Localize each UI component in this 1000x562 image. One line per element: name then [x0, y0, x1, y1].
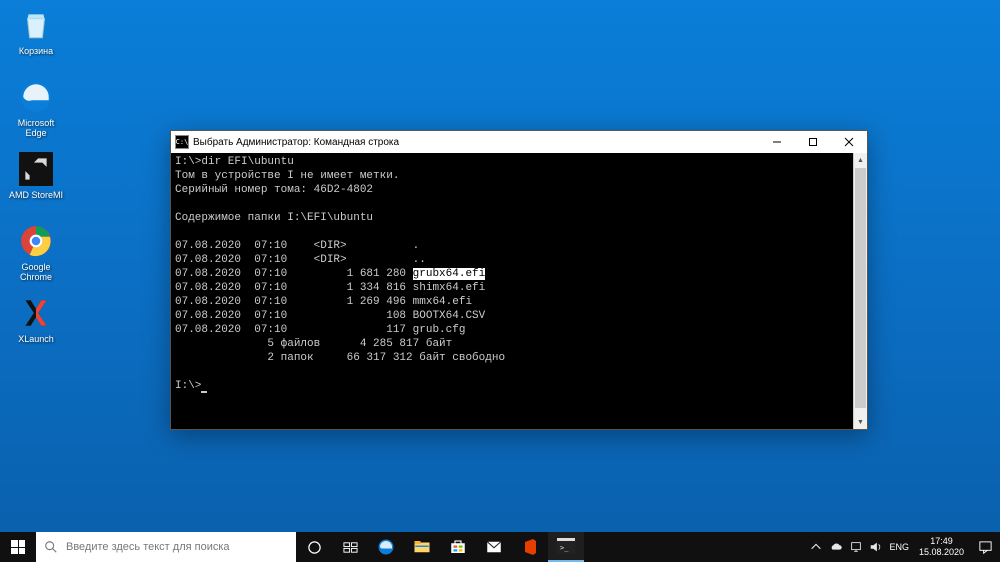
- action-center-button[interactable]: [970, 532, 1000, 562]
- terminal-line: 2 папок 66 317 312 байт свободно: [175, 351, 863, 365]
- icon-label: XLaunch: [6, 334, 66, 344]
- terminal-line: 07.08.2020 07:10 1 681 280 grubx64.efi: [175, 267, 863, 281]
- scroll-down-arrow[interactable]: ▼: [854, 415, 867, 429]
- titlebar[interactable]: C:\ Выбрать Администратор: Командная стр…: [171, 131, 867, 153]
- cmd-icon: C:\: [175, 135, 189, 149]
- icon-label: Microsoft Edge: [6, 118, 66, 138]
- taskbar: Введите здесь текст для поиска >_ ENG 17…: [0, 532, 1000, 562]
- windows-logo-icon: [11, 540, 25, 554]
- desktop-icon-edge[interactable]: Microsoft Edge: [6, 78, 66, 138]
- chrome-icon: [17, 222, 55, 260]
- scroll-up-arrow[interactable]: ▲: [854, 153, 867, 167]
- terminal-cursor: [201, 391, 207, 393]
- terminal-line: I:\>dir EFI\ubuntu: [175, 155, 863, 169]
- maximize-button[interactable]: [795, 131, 831, 153]
- command-prompt-window: C:\ Выбрать Администратор: Командная стр…: [170, 130, 868, 430]
- terminal-line: 07.08.2020 07:10 108 BOOTX64.CSV: [175, 309, 863, 323]
- taskbar-cmd[interactable]: >_: [548, 532, 584, 562]
- terminal-line: 07.08.2020 07:10 <DIR> .: [175, 239, 863, 253]
- network-icon[interactable]: [849, 540, 863, 554]
- taskbar-store[interactable]: [440, 532, 476, 562]
- icon-label: Корзина: [6, 46, 66, 56]
- terminal-scrollbar[interactable]: ▲ ▼: [853, 153, 867, 429]
- terminal-line: Том в устройстве I не имеет метки.: [175, 169, 863, 183]
- window-title: Выбрать Администратор: Командная строка: [193, 137, 759, 148]
- terminal-line: [175, 365, 863, 379]
- clock-date: 15.08.2020: [919, 547, 964, 558]
- svg-text:>_: >_: [560, 544, 569, 552]
- terminal-line: I:\>: [175, 379, 863, 393]
- language-indicator[interactable]: ENG: [889, 542, 909, 552]
- desktop-icon-amd[interactable]: AMD StoreMI: [6, 150, 66, 200]
- search-box[interactable]: Введите здесь текст для поиска: [36, 532, 296, 562]
- icon-label: Google Chrome: [6, 262, 66, 282]
- terminal-line: Серийный номер тома: 46D2-4802: [175, 183, 863, 197]
- terminal-line: 07.08.2020 07:10 1 269 496 mmx64.efi: [175, 295, 863, 309]
- icon-label: AMD StoreMI: [6, 190, 66, 200]
- terminal-line: [175, 197, 863, 211]
- xlaunch-icon: [17, 294, 55, 332]
- clock-time: 17:49: [919, 536, 964, 547]
- desktop-icon-recycle[interactable]: Корзина: [6, 6, 66, 56]
- search-placeholder: Введите здесь текст для поиска: [66, 541, 230, 553]
- task-view-button[interactable]: [332, 532, 368, 562]
- terminal-line: 07.08.2020 07:10 <DIR> ..: [175, 253, 863, 267]
- terminal-selection: grubx64.efi: [413, 268, 486, 280]
- start-button[interactable]: [0, 532, 36, 562]
- desktop-icon-chrome[interactable]: Google Chrome: [6, 222, 66, 282]
- terminal-line: [175, 225, 863, 239]
- scroll-thumb[interactable]: [855, 168, 866, 408]
- edge-icon: [17, 78, 55, 116]
- taskbar-edge[interactable]: [368, 532, 404, 562]
- terminal-line: 07.08.2020 07:10 1 334 816 shimx64.efi: [175, 281, 863, 295]
- volume-icon[interactable]: [869, 540, 883, 554]
- tray-chevron-icon[interactable]: [809, 540, 823, 554]
- taskbar-mail[interactable]: [476, 532, 512, 562]
- minimize-button[interactable]: [759, 131, 795, 153]
- recycle-icon: [17, 6, 55, 44]
- taskbar-explorer[interactable]: [404, 532, 440, 562]
- terminal-line: 5 файлов 4 285 817 байт: [175, 337, 863, 351]
- clock[interactable]: 17:49 15.08.2020: [913, 536, 970, 558]
- terminal-line: Содержимое папки I:\EFI\ubuntu: [175, 211, 863, 225]
- amd-icon: [17, 150, 55, 188]
- terminal-line: 07.08.2020 07:10 117 grub.cfg: [175, 323, 863, 337]
- terminal-body[interactable]: I:\>dir EFI\ubuntuТом в устройстве I не …: [171, 153, 867, 429]
- search-icon: [44, 540, 58, 554]
- cortana-button[interactable]: [296, 532, 332, 562]
- taskbar-office[interactable]: [512, 532, 548, 562]
- close-button[interactable]: [831, 131, 867, 153]
- onedrive-icon[interactable]: [829, 540, 843, 554]
- desktop-icon-xlaunch[interactable]: XLaunch: [6, 294, 66, 344]
- system-tray[interactable]: ENG: [805, 532, 913, 562]
